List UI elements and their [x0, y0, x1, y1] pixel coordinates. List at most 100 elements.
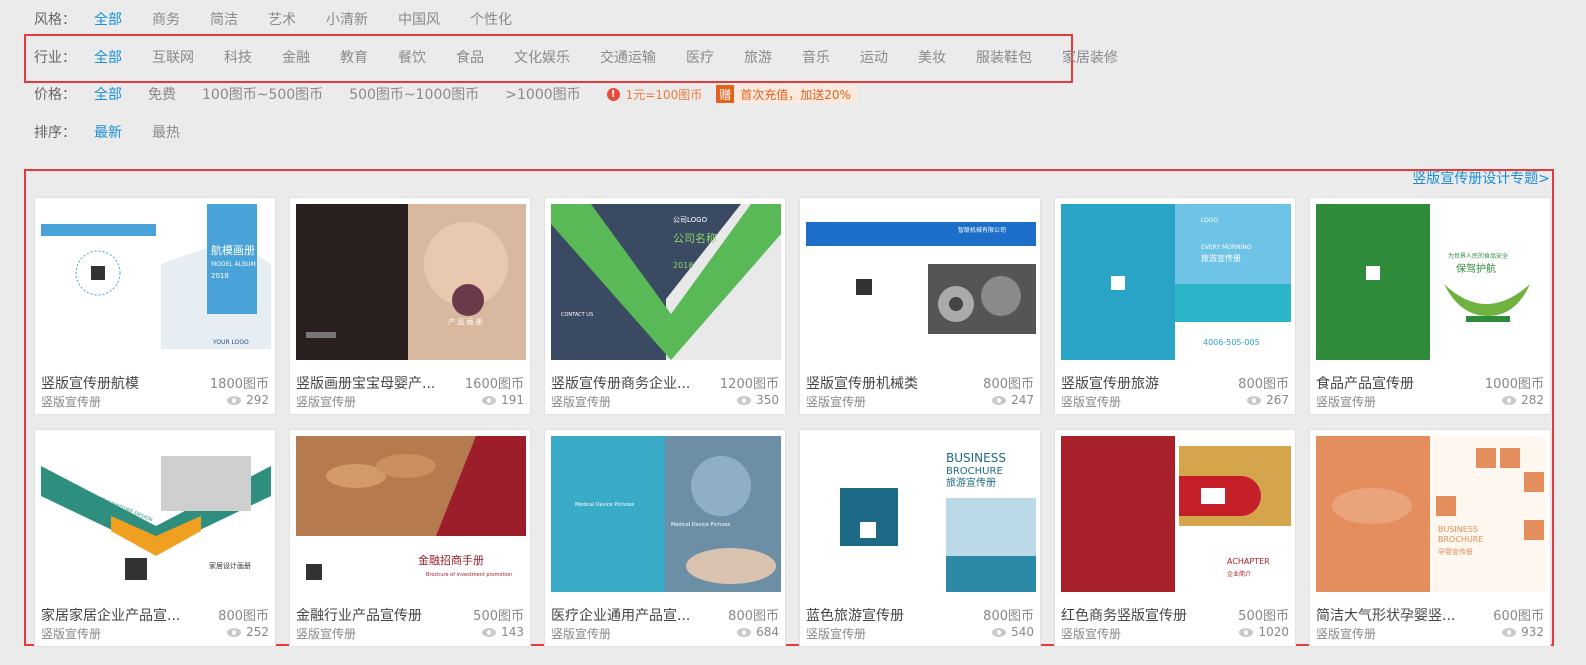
industry-option-apparel[interactable]: 服装鞋包 — [976, 47, 1032, 67]
thumb-text-1: LOGO — [1201, 217, 1219, 224]
template-card[interactable]: ACHAPTER 企业简介 红色商务竖版宣传册 500图币 竖版宣传册 1020 — [1054, 429, 1296, 647]
template-card[interactable]: 金融招商手册 Brochure of investment promotion … — [289, 429, 531, 647]
industry-option-music[interactable]: 音乐 — [802, 47, 830, 67]
thumb-text-2: EVERY MORNING — [1201, 244, 1252, 251]
price-option-over-1000[interactable]: >1000图币 — [505, 84, 580, 104]
industry-option-food[interactable]: 食品 — [456, 47, 484, 67]
filter-price: 价格： 全部 免费 100图币~500图币 500图币~1000图币 >1000… — [34, 82, 857, 106]
card-thumbnail[interactable]: LOGO EVERY MORNING 旅游宣传册 4006-505-005 — [1061, 204, 1291, 360]
thumbnail-image: BUSINESS BROCHURE 旅游宣传册 — [806, 436, 1036, 592]
view-count: 252 — [246, 625, 269, 639]
filter-sort: 排序： 最新 最热 — [34, 120, 210, 144]
template-card[interactable]: BUSINESS BROCHURE 旅游宣传册 蓝色旅游宣传册 800图币 竖版… — [799, 429, 1041, 647]
card-category: 竖版宣传册 — [1061, 627, 1122, 641]
style-option-business[interactable]: 商务 — [152, 9, 180, 29]
card-title[interactable]: 家居家居企业产品宣... — [41, 605, 180, 625]
thumbnail-image: 金融招商手册 Brochure of investment promotion — [296, 436, 526, 592]
thumbnail-image: ACHAPTER 企业简介 — [1061, 436, 1291, 592]
card-title[interactable]: 竖版宣传册旅游 — [1061, 373, 1159, 393]
template-card[interactable]: Medical Device Pictures Medical Device P… — [544, 429, 786, 647]
eye-icon — [227, 627, 242, 637]
industry-option-sports[interactable]: 运动 — [860, 47, 888, 67]
price-option-500-1000[interactable]: 500图币~1000图币 — [349, 84, 479, 104]
thumbnail-image: PICTURE ALBUM OF FURNITURE DESIGN 家居设计画册 — [41, 436, 271, 592]
thumb-text-2: BROCHURE — [946, 466, 1003, 477]
template-card[interactable]: PICTURE ALBUM OF FURNITURE DESIGN 家居设计画册… — [34, 429, 276, 647]
card-thumbnail[interactable]: PICTURE ALBUM OF FURNITURE DESIGN 家居设计画册 — [41, 436, 271, 592]
view-count: 350 — [756, 393, 779, 407]
card-title[interactable]: 竖版宣传册商务企业... — [551, 373, 690, 393]
view-count: 684 — [756, 625, 779, 639]
thumb-text-1: BUSINESS — [1438, 525, 1478, 534]
card-views: 252 — [227, 625, 269, 639]
style-option-simple[interactable]: 简洁 — [210, 9, 238, 29]
card-title[interactable]: 竖版画册宝宝母婴产... — [296, 373, 435, 393]
industry-option-finance[interactable]: 金融 — [282, 47, 310, 67]
card-thumbnail[interactable]: 智联机械有限公司 — [806, 204, 1036, 360]
card-title[interactable]: 金融行业产品宣传册 — [296, 605, 422, 625]
eye-icon — [737, 627, 752, 637]
card-thumbnail[interactable]: 为世界人民的食品安全 保驾护航 — [1316, 204, 1546, 360]
filter-industry: 行业： 全部 互联网 科技 金融 教育 餐饮 食品 文化娱乐 交通运输 医疗 旅… — [34, 45, 1148, 69]
style-option-chinese[interactable]: 中国风 — [398, 9, 440, 29]
industry-option-medical[interactable]: 医疗 — [686, 47, 714, 67]
price-option-100-500[interactable]: 100图币~500图币 — [202, 84, 323, 104]
industry-option-catering[interactable]: 餐饮 — [398, 47, 426, 67]
thumb-text-2: 公司名称 — [673, 231, 717, 245]
card-title[interactable]: 红色商务竖版宣传册 — [1061, 605, 1187, 625]
eye-icon — [992, 395, 1007, 405]
card-title[interactable]: 竖版宣传册航模 — [41, 373, 139, 393]
thumb-text-1: 保驾护航 — [1456, 262, 1496, 275]
card-title[interactable]: 医疗企业通用产品宣... — [551, 605, 690, 625]
industry-option-transport[interactable]: 交通运输 — [600, 47, 656, 67]
industry-option-all[interactable]: 全部 — [94, 47, 122, 67]
industry-option-travel[interactable]: 旅游 — [744, 47, 772, 67]
card-thumbnail[interactable]: BUSINESS BROCHURE 旅游宣传册 — [806, 436, 1036, 592]
card-price: 800图币 — [218, 609, 269, 624]
industry-option-beauty[interactable]: 美妆 — [918, 47, 946, 67]
thumb-text-2: 家居设计画册 — [209, 561, 251, 570]
template-card[interactable]: 智联机械有限公司 竖版宣传册机械类 800图币 竖版宣传册 247 — [799, 197, 1041, 415]
card-thumbnail[interactable]: 公司LOGO 公司名称 2018 CONTACT US — [551, 204, 781, 360]
card-thumbnail[interactable]: BUSINESS BROCHURE 孕婴宣传册 — [1316, 436, 1546, 592]
template-card[interactable]: LOGO EVERY MORNING 旅游宣传册 4006-505-005 竖版… — [1054, 197, 1296, 415]
thumb-text-2: MODEL ALBUM — [211, 261, 256, 268]
card-title[interactable]: 简洁大气形状孕婴竖... — [1316, 605, 1455, 625]
card-title[interactable]: 食品产品宣传册 — [1316, 373, 1414, 393]
card-views: 267 — [1247, 393, 1289, 407]
card-title[interactable]: 竖版宣传册机械类 — [806, 373, 918, 393]
template-card[interactable]: 公司LOGO 公司名称 2018 CONTACT US 竖版宣传册商务企业...… — [544, 197, 786, 415]
style-option-art[interactable]: 艺术 — [268, 9, 296, 29]
style-option-all[interactable]: 全部 — [94, 9, 122, 29]
industry-option-culture[interactable]: 文化娱乐 — [514, 47, 570, 67]
template-card[interactable]: BUSINESS BROCHURE 孕婴宣传册 简洁大气形状孕婴竖... 600… — [1309, 429, 1551, 647]
industry-option-home[interactable]: 家居装修 — [1062, 47, 1118, 67]
industry-option-internet[interactable]: 互联网 — [152, 47, 194, 67]
view-count: 143 — [501, 625, 524, 639]
sort-option-newest[interactable]: 最新 — [94, 122, 122, 142]
card-views: 282 — [1502, 393, 1544, 407]
template-card[interactable]: 航模画册 MODEL ALBUM 2018 YOUR LOGO 竖版宣传册航模 … — [34, 197, 276, 415]
sort-option-hottest[interactable]: 最热 — [152, 122, 180, 142]
style-option-personal[interactable]: 个性化 — [470, 9, 512, 29]
card-price: 1800图币 — [209, 377, 269, 392]
thumb-text-1: BUSINESS — [946, 451, 1006, 465]
template-card[interactable]: 为世界人民的食品安全 保驾护航 食品产品宣传册 1000图币 竖版宣传册 282 — [1309, 197, 1551, 415]
price-option-all[interactable]: 全部 — [94, 84, 122, 104]
price-option-free[interactable]: 免费 — [148, 84, 176, 104]
view-count: 247 — [1011, 393, 1034, 407]
card-thumbnail[interactable]: Medical Device Pictures Medical Device P… — [551, 436, 781, 592]
card-thumbnail[interactable]: 航模画册 MODEL ALBUM 2018 YOUR LOGO — [41, 204, 271, 360]
card-thumbnail[interactable]: ACHAPTER 企业简介 — [1061, 436, 1291, 592]
thumb-text-2: Medical Device Pictures — [671, 522, 731, 528]
card-category: 竖版宣传册 — [551, 395, 612, 409]
template-card[interactable]: 产 品 画 册 竖版画册宝宝母婴产... 1600图币 竖版宣传册 191 — [289, 197, 531, 415]
gift-icon: 赠 — [716, 85, 735, 103]
style-option-fresh[interactable]: 小清新 — [326, 9, 368, 29]
card-title[interactable]: 蓝色旅游宣传册 — [806, 605, 904, 625]
topic-link[interactable]: 竖版宣传册设计专题> — [1412, 168, 1550, 188]
industry-option-education[interactable]: 教育 — [340, 47, 368, 67]
industry-option-tech[interactable]: 科技 — [224, 47, 252, 67]
card-thumbnail[interactable]: 产 品 画 册 — [296, 204, 526, 360]
card-thumbnail[interactable]: 金融招商手册 Brochure of investment promotion — [296, 436, 526, 592]
